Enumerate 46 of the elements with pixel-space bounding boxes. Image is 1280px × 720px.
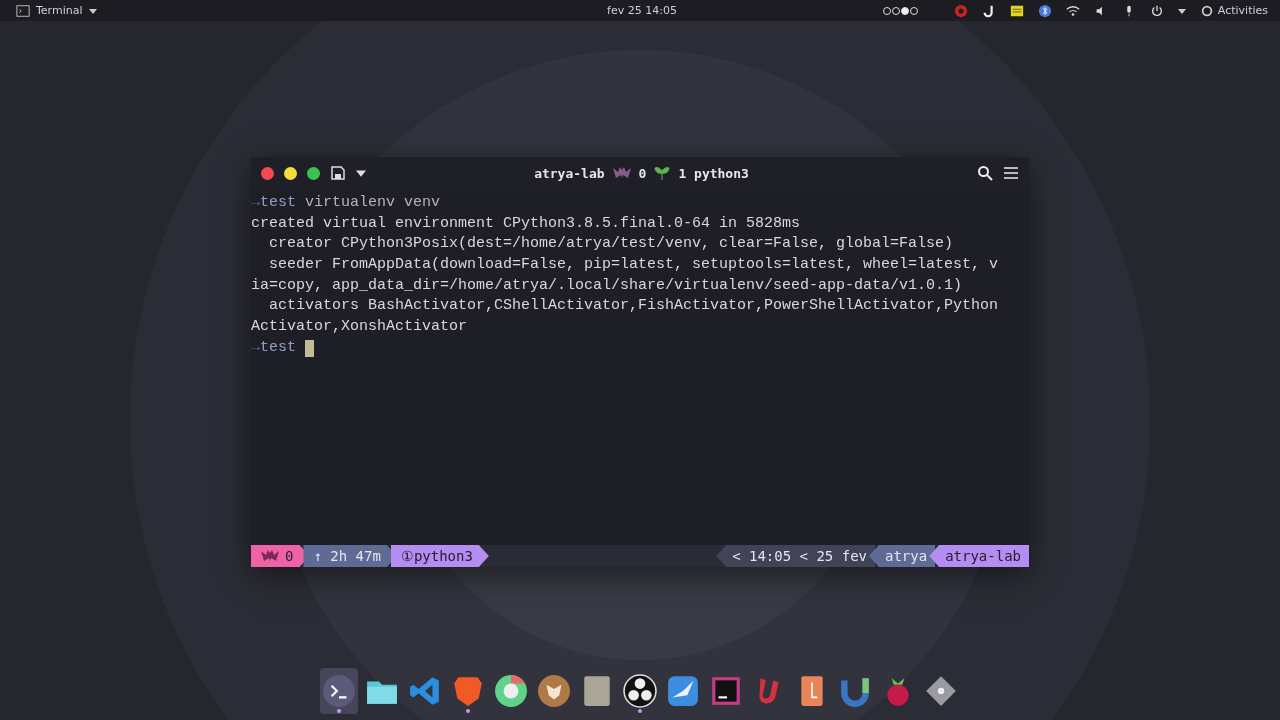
output-line: created virtual environment CPython3.8.5.final.0-64 in 5828ms: [251, 213, 801, 234]
caret-icon[interactable]: [88, 6, 97, 15]
activities-icon[interactable]: [1199, 3, 1214, 18]
caret-icon[interactable]: [356, 168, 366, 178]
ide-icon[interactable]: [709, 674, 743, 708]
terminal-icon[interactable]: [322, 674, 356, 708]
maximize-button[interactable]: [307, 166, 320, 180]
status-segment: < 14:05 < 25 fev: [716, 545, 875, 567]
status-segment: ①python3: [390, 545, 489, 567]
minimize-button[interactable]: [284, 166, 297, 180]
prompt-directory: test: [260, 193, 297, 213]
window-title: atrya-lab: [534, 165, 605, 181]
fox-icon[interactable]: [537, 674, 571, 708]
close-button[interactable]: [261, 166, 274, 180]
status-segment: atrya-lab: [929, 545, 1029, 567]
bat-icon[interactable]: [612, 166, 631, 180]
terminal-icon[interactable]: [16, 3, 30, 18]
prompt-directory: test: [260, 337, 297, 358]
notes-icon[interactable]: [1009, 3, 1024, 18]
command-text: virtualenv venv: [304, 193, 441, 213]
dock-item[interactable]: [320, 668, 358, 714]
output-line: activators BashActivator,CShellActivator,FishActivator,PowerShellActivator,Python: [268, 296, 999, 317]
clock[interactable]: fev 25 14:05: [607, 4, 677, 17]
prompt-arrow: →: [251, 337, 260, 358]
output-line: Activator,XonshActivator: [251, 317, 468, 338]
hook-icon[interactable]: [981, 3, 996, 18]
bat-icon[interactable]: [261, 549, 279, 563]
ring-icon[interactable]: [494, 674, 528, 708]
power-icon[interactable]: [1149, 3, 1164, 18]
prompt-arrow: →: [251, 193, 260, 213]
session-title: 1 python3: [678, 165, 749, 181]
window-count: 0: [638, 165, 647, 181]
app-menu[interactable]: Terminal: [36, 4, 83, 17]
menu-icon[interactable]: [1003, 165, 1019, 181]
sprout-icon[interactable]: [654, 165, 671, 181]
activities-button[interactable]: Activities: [1217, 4, 1268, 17]
caret-icon[interactable]: [1177, 6, 1186, 15]
workspace-indicator[interactable]: [900, 6, 909, 15]
output-line: ia=copy, app_data_dir=/home/atrya/.local/share/virtualenv/seed-app-data/v1.0.1): [251, 275, 963, 296]
search-icon[interactable]: [977, 165, 993, 181]
output-line: creator CPython3Posix(dest=/home/atrya/test/venv, clear=False, global=False): [268, 234, 954, 255]
wifi-icon[interactable]: [1065, 3, 1080, 18]
code-icon[interactable]: [408, 674, 442, 708]
record-icon[interactable]: [953, 3, 968, 18]
output-line: seeder FromAppData(download=False, pip=latest, setuptools=latest, wheel=latest, v: [268, 255, 999, 276]
bluetooth-icon[interactable]: [1037, 3, 1052, 18]
